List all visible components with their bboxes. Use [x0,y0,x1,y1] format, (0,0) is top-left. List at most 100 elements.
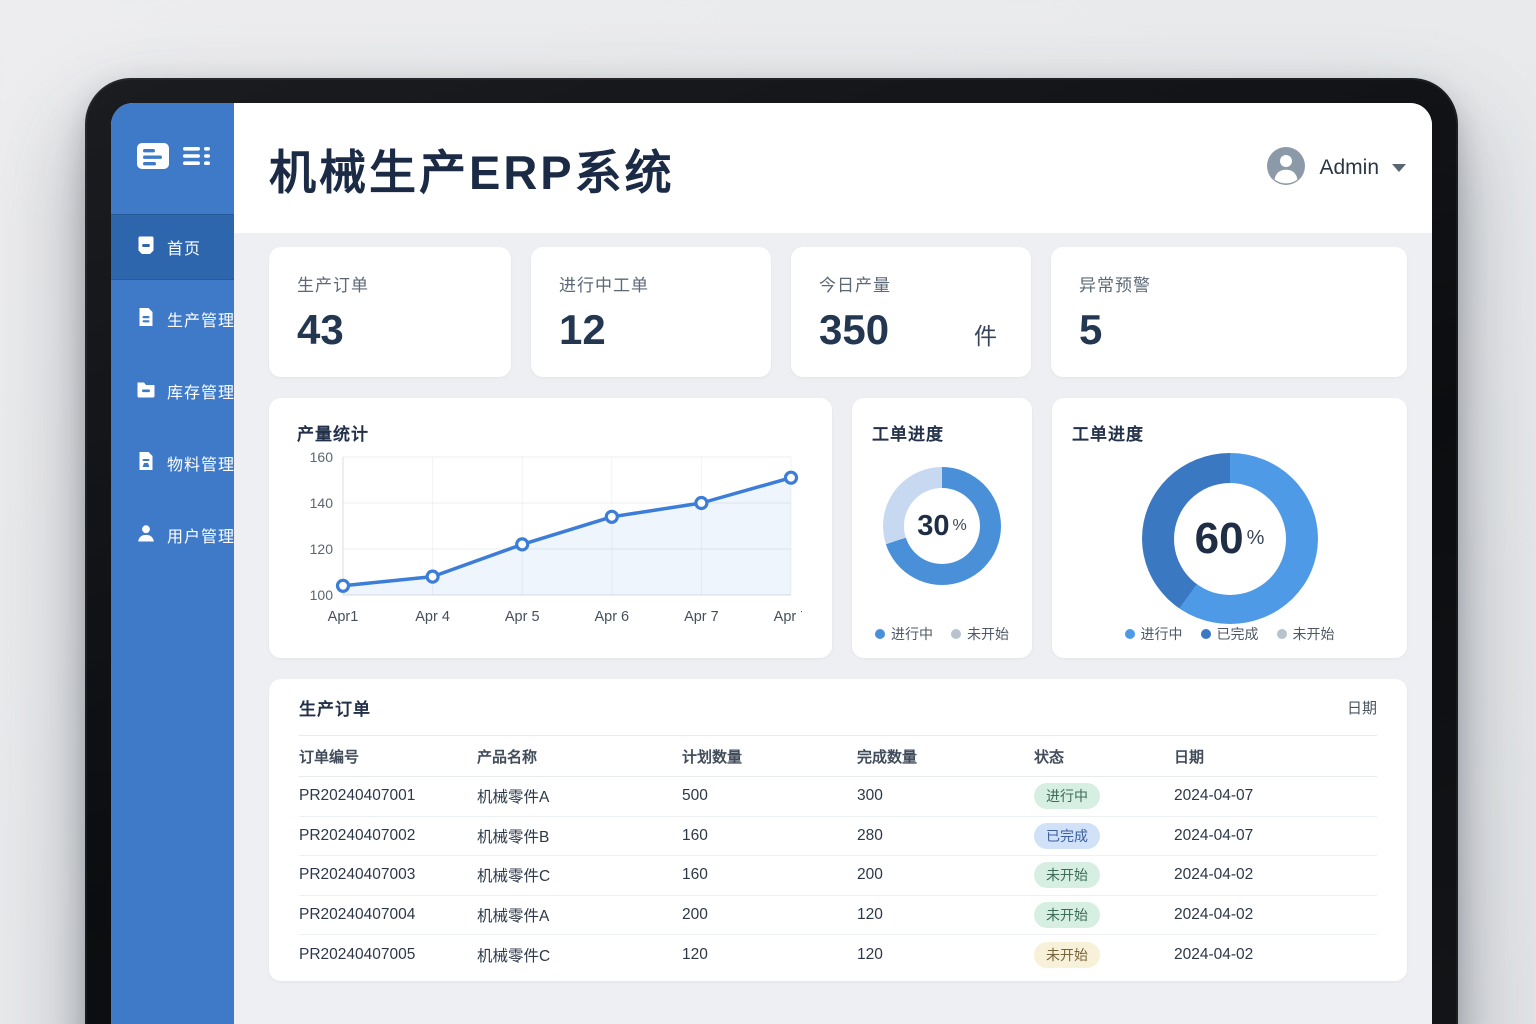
legend-item: 未开始 [1276,624,1335,644]
production-line-chart-card: 产量统计 100 120 140 160 Apr1 Apr 4 Apr 5 Apr 6 Apr … [269,398,832,658]
donut-center-value: 60 [1194,513,1244,563]
donut-legend: 进行中 未开始 [872,624,1012,644]
cell-planned-qty: 160 [682,866,708,884]
status-badge: 已完成 [1034,822,1100,849]
column-header-2: 计划数量 [682,748,743,766]
legend-dot-icon [1200,629,1211,639]
logo-card-icon [136,141,170,176]
cell-product: 机械零件C [477,947,551,965]
cell-product: 机械零件A [477,907,550,925]
topbar: 机械生产ERP系统 Admin [234,103,1432,233]
column-header-4: 状态 [1034,748,1065,766]
page-title: 机械生产ERP系统 [269,145,675,199]
legend-label: 未开始 [967,626,1009,642]
sidebar-item-label: 库存管理 [167,385,234,402]
svg-text:Apr 4: Apr 4 [415,609,450,625]
table-row[interactable]: PR20240407001 机械零件A 500 300 进行中 2024-04-… [299,777,1377,817]
line-chart-title: 产量统计 [297,425,369,444]
sidebar-item-materials[interactable]: 物料管理 [111,430,234,496]
production-orders-table-card: 生产订单 日期 订单编号 产品名称 计划数量 完成数量 状态 日期 PR202404070… [269,679,1407,981]
column-header-0: 订单编号 [299,748,360,766]
cell-date: 2024-04-02 [1174,945,1254,963]
cell-order-id: PR20240407003 [299,866,416,884]
stat-card-2: 今日产量 350 件 [791,247,1031,377]
work-order-progress-card-large: 工单进度 60 % 进行中 已完成 未开始 [1052,398,1407,658]
status-badge: 未开始 [1034,901,1100,928]
svg-text:Apr 6: Apr 6 [594,609,629,625]
cell-date: 2024-04-07 [1174,787,1254,805]
stat-unit: 件 [974,323,997,349]
svg-text:100: 100 [310,587,334,603]
cell-order-id: PR20240407001 [299,787,416,805]
doc-icon [136,307,156,332]
cell-order-id: PR20240407002 [299,826,416,844]
user-name: Admin [1319,156,1379,179]
table-body: PR20240407001 机械零件A 500 300 进行中 2024-04-… [299,777,1377,975]
cell-planned-qty: 200 [682,905,708,923]
stat-value: 43 [297,306,344,353]
user-avatar-icon [1266,146,1306,191]
sidebar-item-users[interactable]: 用户管理 [111,502,234,568]
folder-icon [136,379,156,404]
file-icon [136,451,156,476]
table-row[interactable]: PR20240407002 机械零件B 160 280 已完成 2024-04-… [299,817,1377,856]
sidebar-item-inventory[interactable]: 库存管理 [111,358,234,424]
cell-product: 机械零件B [477,828,550,846]
dashboard-content: 生产订单 43 进行中工单 12 今日产量 350 件 异常预警 5 产量统计 … [234,233,1432,1024]
stat-value: 5 [1079,306,1103,353]
app-screen: 首页 生产管理库存管理物料管理用户管理 机械生产ERP系统 Admin 生产订单 … [111,103,1432,1024]
legend-item: 未开始 [951,624,1009,644]
legend-dot-icon [875,629,885,639]
table-row[interactable]: PR20240407005 机械零件C 120 120 未开始 2024-04-… [299,935,1377,975]
sidebar-item-label: 用户管理 [167,529,234,546]
table-row[interactable]: PR20240407003 机械零件C 160 200 未开始 2024-04-… [299,856,1377,896]
sidebar: 首页 生产管理库存管理物料管理用户管理 [111,103,234,1024]
donut-chart-title: 工单进度 [1072,425,1144,444]
table-date-link[interactable]: 日期 [1347,697,1377,718]
legend-label: 进行中 [1140,626,1183,642]
cell-date: 2024-04-07 [1174,826,1254,844]
sidebar-item-home[interactable]: 首页 [111,214,234,280]
status-badge: 进行中 [1034,783,1100,810]
donut-center-value: 30 [917,509,950,542]
svg-text:Apr 7: Apr 7 [684,609,719,625]
menu-list-icon[interactable] [183,143,215,174]
sidebar-item-label: 物料管理 [167,457,234,474]
cell-date: 2024-04-02 [1174,866,1254,884]
cell-order-id: PR20240407005 [299,945,416,963]
svg-text:140: 140 [310,495,334,511]
cell-completed-qty: 200 [857,866,883,884]
cell-completed-qty: 300 [857,787,883,805]
cell-completed-qty: 120 [857,945,883,963]
user-icon [136,523,156,548]
cell-date: 2024-04-02 [1174,905,1254,923]
sidebar-item-production[interactable]: 生产管理 [111,286,234,352]
svg-text:120: 120 [310,541,334,557]
stat-label: 异常预警 [1079,276,1151,295]
stat-card-3: 异常预警 5 [1051,247,1407,377]
column-header-1: 产品名称 [477,748,538,766]
cell-completed-qty: 280 [857,826,883,844]
cell-planned-qty: 120 [682,945,708,963]
legend-item: 已完成 [1200,624,1259,644]
donut-ring: 60 % [1141,453,1318,624]
cell-planned-qty: 500 [682,787,708,805]
stat-label: 进行中工单 [559,276,649,295]
column-header-5: 日期 [1174,748,1205,766]
donut-legend: 进行中 已完成 未开始 [1072,624,1387,644]
svg-text:Apr 7: Apr 7 [774,609,802,625]
legend-dot-icon [1124,629,1135,639]
donut-ring: 30 % [883,467,1001,585]
charts-row: 产量统计 100 120 140 160 Apr1 Apr 4 Apr 5 Apr 6 Apr … [269,398,1407,658]
table-row[interactable]: PR20240407004 机械零件A 200 120 未开始 2024-04-… [299,896,1377,935]
stat-label: 生产订单 [297,276,369,295]
legend-label: 进行中 [891,626,933,642]
legend-dot-icon [951,629,961,639]
donut-chart-title: 工单进度 [872,425,944,444]
user-menu[interactable]: Admin [1266,146,1406,191]
table-title: 生产订单 [299,699,371,719]
cell-product: 机械零件C [477,868,551,886]
table-header-row: 订单编号 产品名称 计划数量 完成数量 状态 日期 [299,735,1377,777]
svg-text:Apr1: Apr1 [328,609,359,625]
home-icon [136,235,156,260]
